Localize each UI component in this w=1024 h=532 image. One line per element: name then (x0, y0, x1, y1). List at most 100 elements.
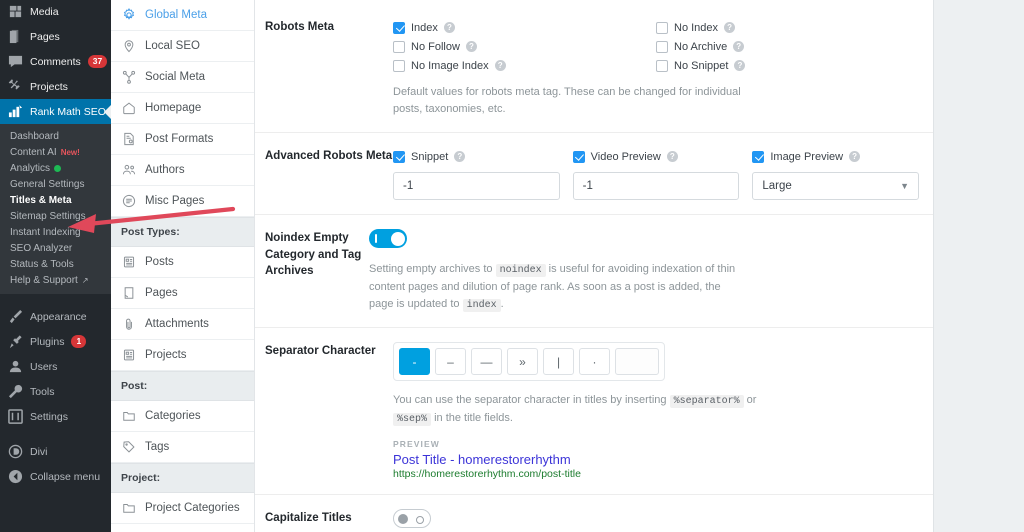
capitalize-titles-label: Capitalize Titles (265, 512, 352, 525)
help-icon[interactable]: ? (724, 22, 736, 33)
submenu-item-analytics[interactable]: Analytics (0, 160, 111, 176)
submenu-item-general-settings[interactable]: General Settings (0, 176, 111, 192)
checkbox-no-follow[interactable] (393, 40, 405, 53)
nav-item-misc-pages[interactable]: Misc Pages (111, 186, 254, 217)
sidebar-item-projects[interactable]: Projects (0, 74, 111, 99)
help-icon[interactable]: ? (494, 60, 506, 71)
video-preview-value-input[interactable]: -1 (572, 172, 740, 201)
checkbox-row-video-preview[interactable]: Video Preview ? (572, 147, 740, 166)
checkbox-label: No Snippet (674, 59, 729, 72)
sidebar-item-plugins[interactable]: Plugins 1 (0, 329, 111, 354)
checkbox-row-snippet[interactable]: Snippet ? (393, 147, 560, 166)
checkbox-video-preview[interactable] (572, 150, 585, 163)
help-icon[interactable]: ? (443, 22, 455, 33)
sidebar-item-rank-math-seo[interactable]: Rank Math SEO (0, 99, 111, 124)
checkbox-no-image-index[interactable] (393, 59, 405, 72)
checkbox-row-index[interactable]: Index ? (393, 18, 656, 37)
help-icon[interactable]: ? (733, 41, 745, 52)
checkbox-no-archive[interactable] (656, 40, 668, 53)
nav-item-attachments[interactable]: Attachments (111, 309, 254, 340)
nav-group-label: Project: (121, 472, 161, 484)
advanced-robots-grid: Snippet ? -1 Video Preview ? -1 Image Pr… (393, 147, 920, 201)
external-link-icon: ↗ (81, 275, 89, 285)
robots-meta-label: Robots Meta (265, 21, 334, 33)
nav-item-project-tags[interactable]: Project Tags (111, 524, 254, 532)
checkbox-row-no-archive[interactable]: No Archive ? (656, 37, 919, 56)
comments-icon (8, 54, 23, 69)
nav-item-project-categories[interactable]: Project Categories (111, 493, 254, 524)
snippet-value-input[interactable]: -1 (393, 172, 560, 201)
submenu-item-dashboard[interactable]: Dashboard (0, 128, 111, 144)
separator-description: You can use the separator character in t… (393, 392, 771, 427)
separator-option-en-dash[interactable]: – (435, 348, 466, 376)
sidebar-item-tools[interactable]: Tools (0, 379, 111, 404)
capitalize-titles-toggle[interactable] (393, 509, 431, 529)
help-icon[interactable]: ? (454, 151, 466, 163)
desc-part-3: in the title fields. (431, 411, 513, 424)
sidebar-item-media[interactable]: Media (0, 0, 111, 24)
help-icon[interactable]: ? (849, 151, 861, 163)
code-noindex: noindex (495, 264, 546, 278)
submenu-item-status-and-tools[interactable]: Status & Tools (0, 256, 111, 272)
desc-part-3: . (500, 297, 504, 310)
preview-title: Post Title - homerestorerhythm (393, 452, 571, 468)
sidebar-item-divi[interactable]: Divi (0, 439, 111, 464)
checkbox-row-no-snippet[interactable]: No Snippet ? (656, 56, 919, 75)
chevron-down-icon: ▼ (900, 181, 910, 192)
help-icon[interactable]: ? (734, 60, 746, 71)
nav-item-categories[interactable]: Categories (111, 401, 254, 432)
checkbox-index[interactable] (393, 21, 405, 34)
sidebar-divider (0, 294, 111, 304)
submenu-item-seo-analyzer[interactable]: SEO Analyzer (0, 240, 111, 256)
submenu-item-sitemap-settings[interactable]: Sitemap Settings (0, 208, 111, 224)
submenu-item-help-and-support[interactable]: Help & Support ↗ (0, 272, 111, 288)
nav-item-social-meta[interactable]: Social Meta (111, 62, 254, 93)
nav-item-posts[interactable]: Posts (111, 247, 254, 278)
submenu-item-content-ai[interactable]: Content AI New! (0, 144, 111, 160)
checkbox-row-image-preview[interactable]: Image Preview ? (752, 147, 919, 166)
nav-item-homepage[interactable]: Homepage (111, 93, 254, 124)
separator-option-em-dash[interactable]: — (471, 348, 502, 376)
checkbox-no-index[interactable] (656, 21, 668, 34)
nav-item-projects[interactable]: Projects (111, 340, 254, 371)
submenu-item-titles-and-meta[interactable]: Titles & Meta (0, 192, 111, 208)
sidebar-item-label: Settings (30, 410, 68, 423)
checkbox-snippet[interactable] (393, 150, 405, 163)
nav-item-authors[interactable]: Authors (111, 155, 254, 186)
nav-item-global-meta[interactable]: Global Meta (111, 0, 254, 31)
nav-item-label: Local SEO (145, 40, 200, 52)
nav-group-label: Post Types: (121, 226, 180, 238)
separator-option-pipe[interactable]: | (543, 348, 574, 376)
checkbox-row-no-image-index[interactable]: No Image Index ? (393, 56, 656, 75)
sidebar-item-collapse-menu[interactable]: Collapse menu (0, 464, 111, 489)
checkbox-row-no-index[interactable]: No Index ? (656, 18, 919, 37)
noindex-empty-toggle[interactable] (369, 229, 407, 249)
nav-item-label: Authors (145, 164, 185, 176)
help-icon[interactable]: ? (666, 151, 678, 163)
separator-option-double-angle[interactable]: » (507, 348, 538, 376)
sidebar-item-pages[interactable]: Pages (0, 24, 111, 49)
submenu-label: SEO Analyzer (10, 242, 73, 254)
separator-option-custom-input[interactable] (615, 348, 659, 376)
right-gutter (934, 0, 1024, 532)
separator-option-middot[interactable]: · (579, 348, 610, 376)
sidebar-item-appearance[interactable]: Appearance (0, 304, 111, 329)
checkbox-label: Index (411, 21, 438, 34)
nav-item-pages[interactable]: Pages (111, 278, 254, 309)
robots-meta-left-column: Index ? No Follow ? No Image Index ? (393, 18, 656, 75)
submenu-item-instant-indexing[interactable]: Instant Indexing (0, 224, 111, 240)
sidebar-item-comments[interactable]: Comments 37 (0, 49, 111, 74)
checkbox-no-snippet[interactable] (656, 59, 668, 72)
sidebar-item-settings[interactable]: Settings (0, 404, 111, 429)
advanced-robots-label: Advanced Robots Meta (265, 150, 393, 163)
help-icon[interactable]: ? (465, 41, 477, 52)
image-preview-select[interactable]: Large ▼ (752, 172, 920, 201)
nav-item-post-formats[interactable]: Post Formats (111, 124, 254, 155)
nav-item-local-seo[interactable]: Local SEO (111, 31, 254, 62)
nav-item-label: Social Meta (145, 71, 206, 83)
sidebar-item-users[interactable]: Users (0, 354, 111, 379)
checkbox-row-no-follow[interactable]: No Follow ? (393, 37, 656, 56)
nav-item-tags[interactable]: Tags (111, 432, 254, 463)
separator-option-hyphen[interactable]: - (399, 348, 430, 376)
checkbox-image-preview[interactable] (752, 150, 765, 163)
